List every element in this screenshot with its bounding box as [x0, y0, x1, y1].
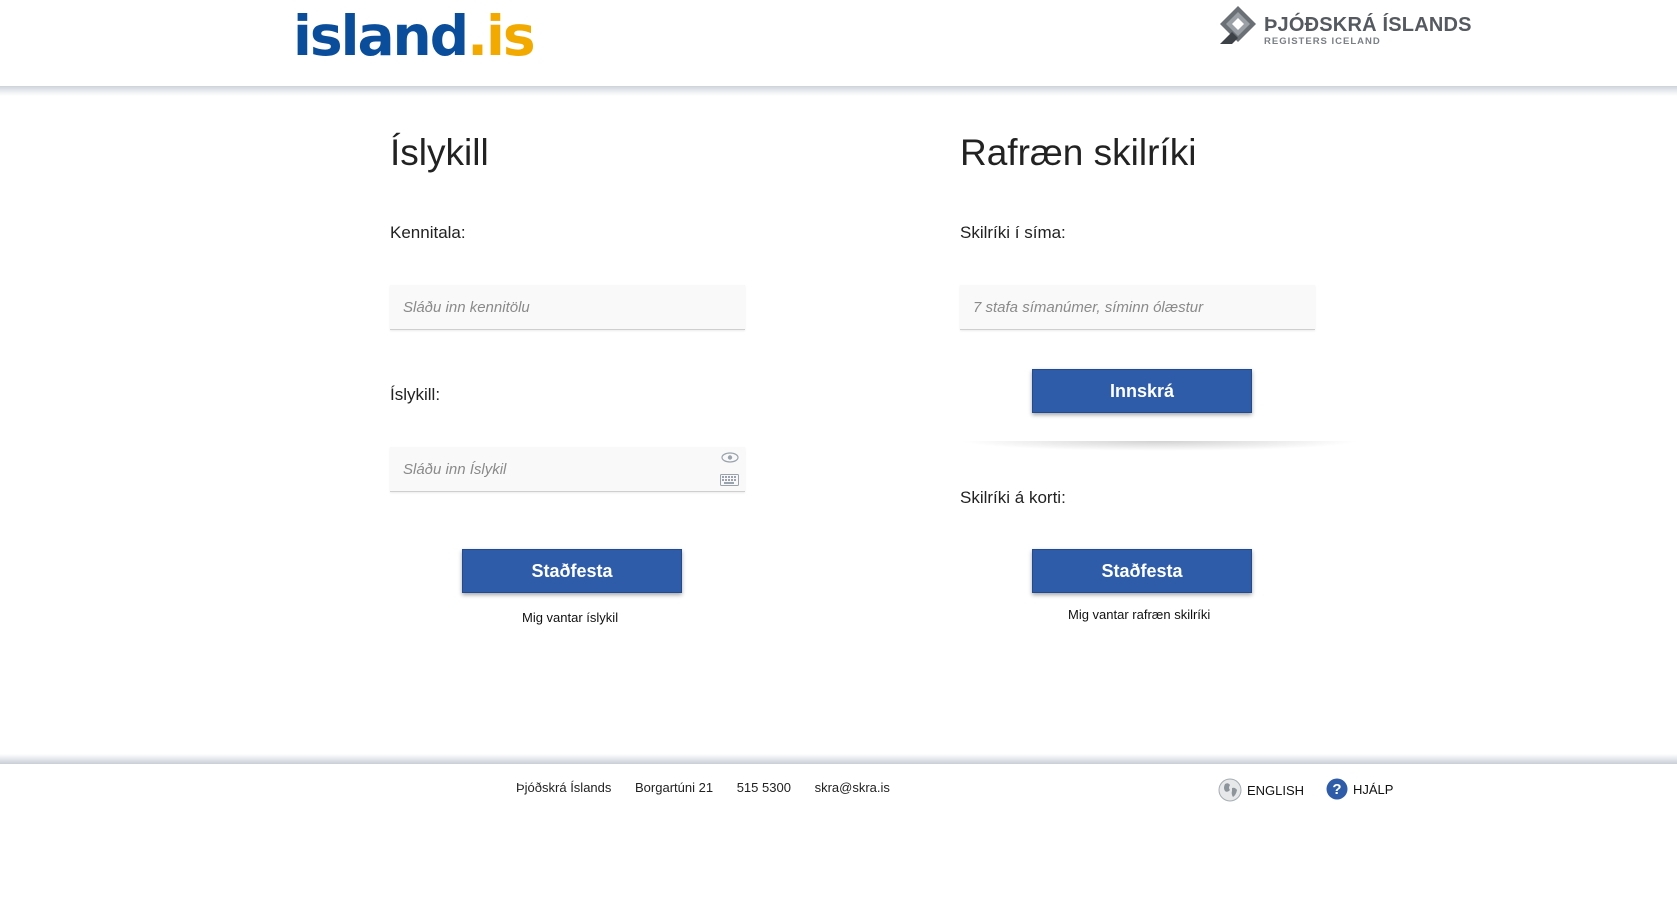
need-islykill-link[interactable]: Mig vantar íslykil [522, 610, 618, 625]
footer-divider [0, 754, 1677, 764]
footer-email[interactable]: skra@skra.is [815, 780, 890, 795]
footer-org-name: Þjóðskrá Íslands [516, 780, 612, 795]
logo-dot: . [467, 4, 488, 68]
islykill-title: Íslykill [390, 132, 489, 173]
help-button[interactable]: ? Hjálp [1326, 778, 1393, 800]
kennitala-field [390, 285, 745, 330]
islykill-input[interactable] [390, 447, 745, 491]
registers-iceland-mark-icon [1220, 6, 1256, 44]
electronic-id-section: Rafræn skilríki Skilríki í síma: Innskrá… [960, 130, 1380, 622]
help-question-icon: ? [1326, 778, 1348, 800]
help-label: Hjálp [1353, 781, 1394, 797]
island-is-logo[interactable]: island.is [293, 4, 536, 68]
kennitala-label: Kennitala: [390, 223, 466, 242]
islykill-submit-button[interactable]: Staðfesta [462, 549, 682, 593]
header-divider [0, 86, 1677, 96]
islykill-field [390, 447, 745, 492]
keyboard-icon[interactable] [720, 474, 739, 486]
section-divider [960, 441, 1360, 451]
svg-text:?: ? [1332, 781, 1341, 798]
registers-iceland-logo: ÞJÓÐSKRÁ ÍSLANDS REGISTERS ICELAND [1220, 6, 1471, 50]
islykill-label: Íslykill: [390, 385, 441, 404]
footer-phone: 515 5300 [736, 780, 791, 795]
eye-icon[interactable] [721, 452, 739, 463]
card-submit-button[interactable]: Staðfesta [1032, 549, 1252, 593]
agency-subtitle: REGISTERS ICELAND [1264, 36, 1381, 47]
agency-name: ÞJÓÐSKRÁ ÍSLANDS [1264, 14, 1472, 36]
phone-field [960, 285, 1315, 330]
phone-input[interactable] [960, 285, 1315, 329]
globe-icon [1218, 778, 1242, 802]
english-label: English [1247, 782, 1305, 798]
english-language-button[interactable]: English [1218, 778, 1304, 802]
logo-main-text: island [293, 4, 469, 68]
header: island.is ÞJÓÐSKRÁ ÍSLANDS REGISTERS ICE… [0, 0, 1677, 86]
footer-contact-info: Þjóðskrá Íslands Borgartúni 21 515 5300 … [516, 780, 910, 795]
need-electronic-id-link[interactable]: Mig vantar rafræn skilríki [1068, 607, 1210, 622]
footer-address: Borgartúni 21 [635, 780, 714, 795]
login-button[interactable]: Innskrá [1032, 369, 1252, 413]
electronic-id-title: Rafræn skilríki [960, 132, 1197, 173]
kennitala-input[interactable] [390, 285, 745, 329]
phone-id-label: Skilríki í síma: [960, 223, 1066, 242]
card-id-label: Skilríki á korti: [960, 488, 1066, 507]
islykill-section: Íslykill Kennitala: Íslykill: Staðfesta … [390, 130, 810, 625]
logo-suffix: is [486, 4, 536, 68]
